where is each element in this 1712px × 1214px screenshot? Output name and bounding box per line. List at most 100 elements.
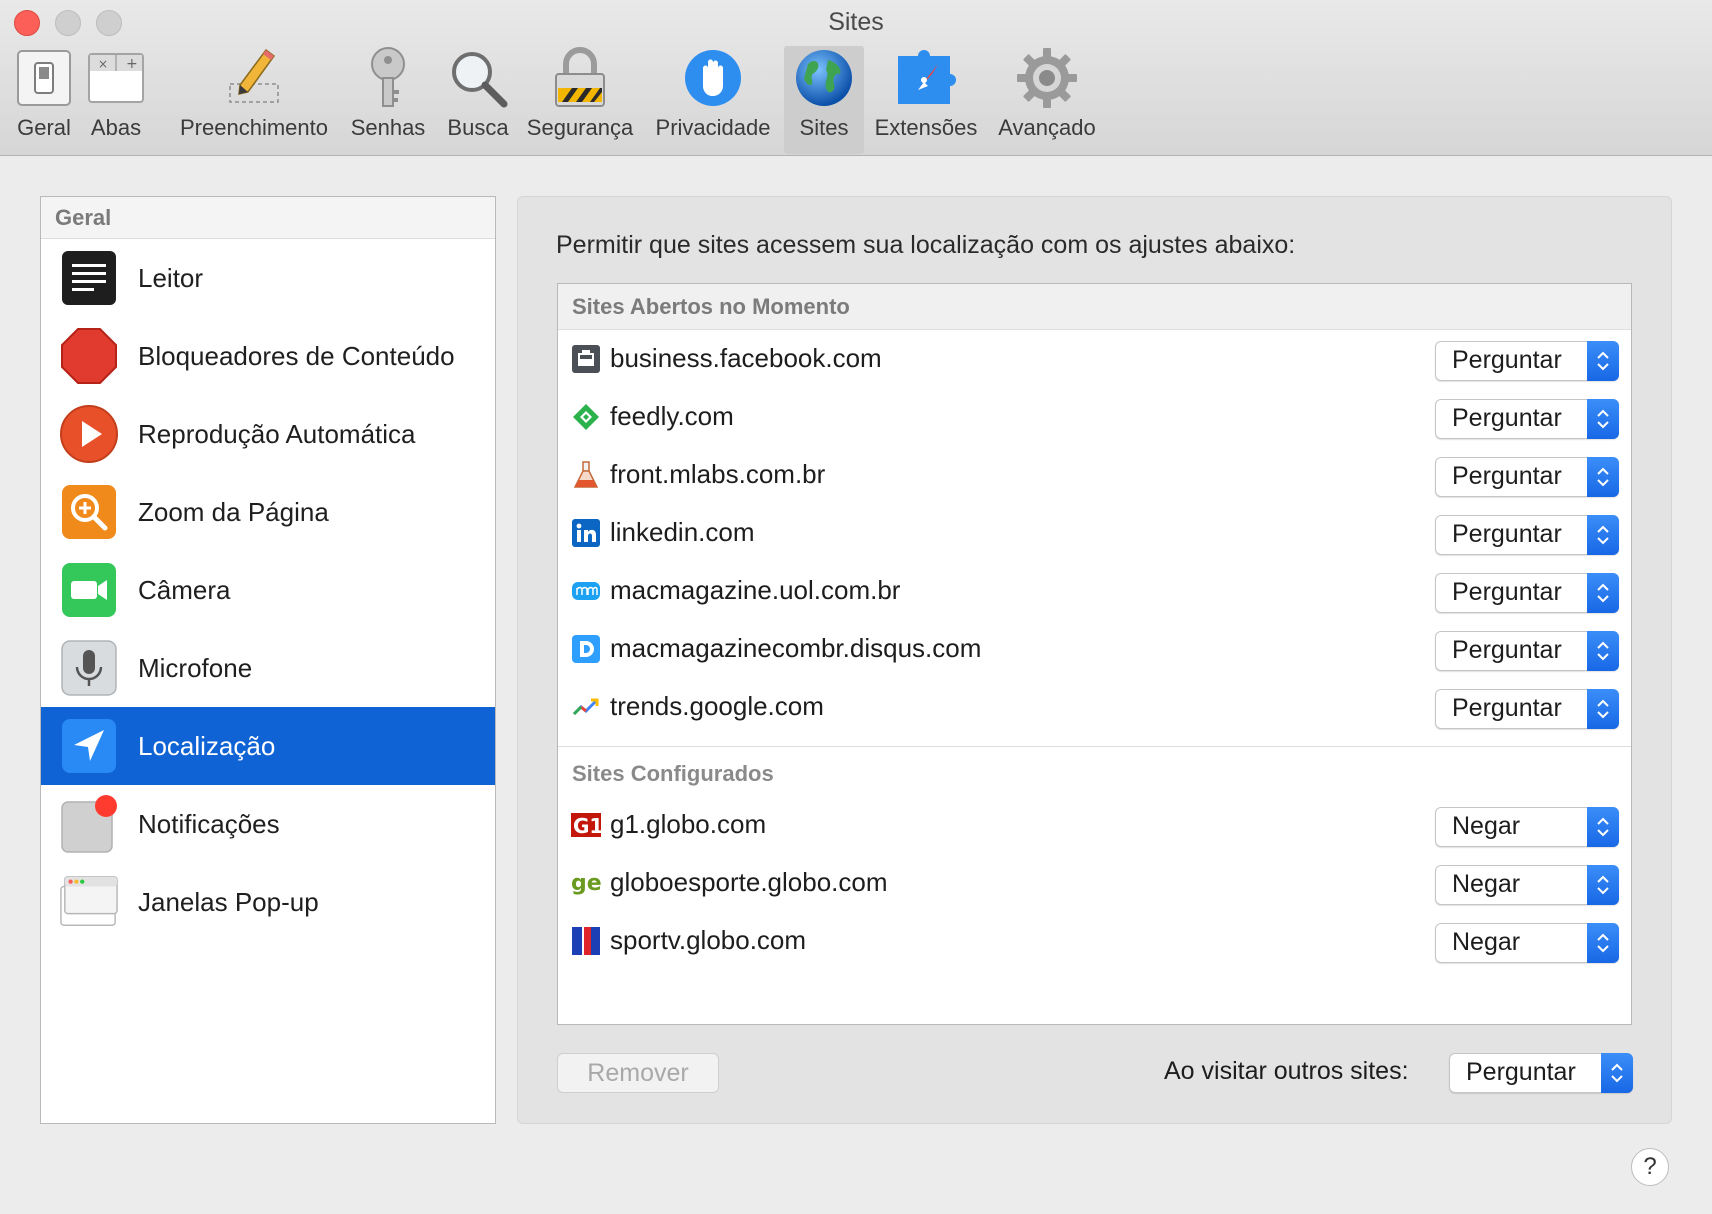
permission-select[interactable]: Negar [1435,865,1619,905]
toolbar-tab-busca[interactable]: Busca [442,46,514,154]
toolbar-tab-geral[interactable]: Geral [8,46,80,154]
sidebar-item-label: Bloqueadores de Conteúdo [138,340,455,371]
site-name: linkedin.com [610,517,755,547]
svg-text:ge: ge [571,871,602,896]
site-name: trends.google.com [610,691,824,721]
site-row[interactable]: business.facebook.com Perguntar [558,330,1631,388]
permission-value: Perguntar [1452,520,1562,548]
toolbar-label: Avançado [998,115,1096,140]
toolbar-label: Busca [447,115,509,140]
permission-select[interactable]: Perguntar [1435,631,1619,671]
panel-description: Permitir que sites acessem sua localizaç… [556,231,1296,259]
permission-select[interactable]: Perguntar [1435,689,1619,729]
popup-window-icon [59,872,119,932]
site-row[interactable]: macmagazinecombr.disqus.com Perguntar [558,620,1631,678]
site-row[interactable]: linkedin.com Perguntar [558,504,1631,562]
settings-panel: Permitir que sites acessem sua localizaç… [517,196,1672,1124]
toolbar-tab-avancado[interactable]: Avançado [994,46,1100,154]
other-sites-value: Perguntar [1466,1058,1576,1086]
sidebar-item-label: Zoom da Página [138,496,329,527]
camera-icon [59,560,119,620]
sidebar-item-zoom[interactable]: Zoom da Página [41,473,495,551]
sidebar-item-label: Reprodução Automática [138,418,416,449]
tabs-icon: × + [84,46,148,110]
sidebar-item-localizacao[interactable]: Localização [41,707,495,785]
toolbar-label: Privacidade [655,115,771,140]
chevron-updown-icon [1587,515,1619,555]
toolbar-tab-preenchimento[interactable]: Preenchimento [174,46,334,154]
mlabs-flask-icon [570,459,602,491]
toolbar-tab-privacidade[interactable]: Privacidade [651,46,775,154]
permission-select[interactable]: Perguntar [1435,341,1619,381]
section-header-configured-sites: Sites Configurados [558,746,1631,796]
sidebar-item-leitor[interactable]: Leitor [41,239,495,317]
chevron-updown-icon [1587,631,1619,671]
hand-icon [681,46,745,110]
permission-value: Negar [1452,928,1521,956]
site-row[interactable]: macmagazine.uol.com.br Perguntar [558,562,1631,620]
sidebar-header: Geral [41,197,495,239]
toolbar-tab-sites[interactable]: Sites [784,46,864,154]
sidebar-item-microfone[interactable]: Microfone [41,629,495,707]
sidebar-item-reproducao[interactable]: Reprodução Automática [41,395,495,473]
other-sites-select[interactable]: Perguntar [1449,1053,1633,1093]
site-row[interactable]: ge globoesporte.globo.com Negar [558,854,1631,912]
macmagazine-icon [570,575,602,607]
toolbar-label: Abas [90,115,142,140]
site-name: feedly.com [610,401,734,431]
site-row[interactable]: trends.google.com Perguntar [558,678,1631,736]
chevron-updown-icon [1587,807,1619,847]
site-name: business.facebook.com [610,343,882,373]
toolbar-label: Geral [17,115,71,140]
toolbar-tab-extensoes[interactable]: Extensões [870,46,982,154]
toolbar-tab-abas[interactable]: × + Abas [86,46,146,154]
site-name: sportv.globo.com [610,925,807,955]
permission-select[interactable]: Perguntar [1435,515,1619,555]
toolbar-label: Preenchimento [180,115,328,140]
sidebar-item-bloqueadores[interactable]: Bloqueadores de Conteúdo [41,317,495,395]
remove-button[interactable]: Remover [557,1053,719,1093]
site-row[interactable]: G1 g1.globo.com Negar [558,796,1631,854]
site-name: macmagazine.uol.com.br [610,575,901,605]
chevron-updown-icon [1587,341,1619,381]
gear-icon [1015,46,1079,110]
permission-value: Perguntar [1452,694,1562,722]
chevron-updown-icon [1587,689,1619,729]
site-name: g1.globo.com [610,809,767,839]
permission-select[interactable]: Negar [1435,923,1619,963]
sidebar-item-popup[interactable]: Janelas Pop-up [41,863,495,941]
feedly-icon [570,401,602,433]
toolbar-tab-senhas[interactable]: Senhas [346,46,430,154]
sidebar-item-label: Janelas Pop-up [138,886,319,917]
site-name: macmagazinecombr.disqus.com [610,633,982,663]
chevron-updown-icon [1587,573,1619,613]
facebook-business-icon [570,343,602,375]
globoesporte-icon: ge [570,867,602,899]
permission-select[interactable]: Perguntar [1435,457,1619,497]
microphone-icon [59,638,119,698]
preferences-window: Sites Geral × + Abas Preenchimento Senhas [0,0,1712,1214]
toolbar-label: Sites [799,115,849,140]
svg-text:×: × [98,57,108,71]
site-row[interactable]: sportv.globo.com Negar [558,912,1631,970]
other-sites-label: Ao visitar outros sites: [1164,1057,1409,1085]
site-row[interactable]: feedly.com Perguntar [558,388,1631,446]
sidebar-item-notificacoes[interactable]: Notificações [41,785,495,863]
permission-select[interactable]: Perguntar [1435,573,1619,613]
chevron-updown-icon [1601,1053,1633,1093]
permission-select[interactable]: Perguntar [1435,399,1619,439]
sidebar-item-label: Câmera [138,574,231,605]
sidebar-item-label: Notificações [138,808,280,839]
toolbar-label: Extensões [874,115,978,140]
permission-select[interactable]: Negar [1435,807,1619,847]
site-name: front.mlabs.com.br [610,459,826,489]
svg-text:G1: G1 [573,814,602,838]
sidebar-item-camera[interactable]: Câmera [41,551,495,629]
site-row[interactable]: front.mlabs.com.br Perguntar [558,446,1631,504]
help-button[interactable]: ? [1631,1148,1669,1186]
toolbar-tab-seguranca[interactable]: Segurança [523,46,637,154]
pencil-icon [222,46,286,110]
site-list: Sites Abertos no Momento business.facebo… [557,283,1632,1025]
play-icon [59,404,119,464]
